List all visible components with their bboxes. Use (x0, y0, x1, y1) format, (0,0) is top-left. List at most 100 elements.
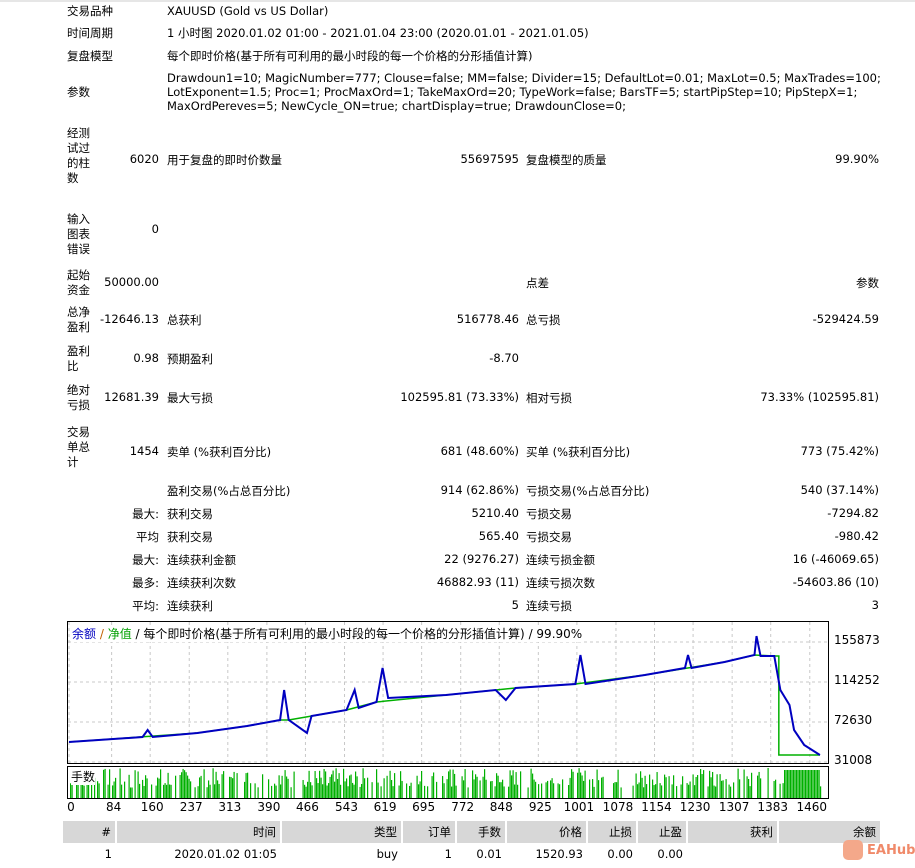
eahub-logo-icon (843, 840, 863, 860)
lots-bar (332, 770, 334, 798)
lots-bar (340, 784, 342, 798)
column-header[interactable]: 止盈 (637, 821, 688, 843)
lots-bar (436, 781, 438, 798)
lots-bar (367, 777, 369, 798)
lots-bar (494, 786, 496, 798)
lots-bar (653, 785, 655, 798)
lots-bar (284, 770, 286, 798)
lots-bar (409, 785, 411, 798)
lots-bar (194, 787, 196, 798)
column-header[interactable]: # (63, 821, 117, 843)
lots-bar (797, 770, 799, 798)
lots-bar (814, 770, 816, 798)
lots-bar (163, 784, 165, 798)
lots-bar (643, 787, 645, 798)
lots-chart: 手数 (67, 766, 829, 799)
lots-bar (815, 770, 817, 798)
lots-bar (617, 769, 619, 798)
lots-bar (157, 777, 159, 798)
lots-bar (799, 770, 801, 798)
lots-bar (418, 784, 420, 798)
lots-bar (559, 784, 561, 798)
lots-bar (728, 784, 730, 798)
lots-bar (638, 782, 640, 798)
lots-bar (344, 781, 346, 798)
lots-bar (782, 783, 784, 798)
stat-label: 连续亏损次数 (526, 576, 595, 590)
column-header[interactable]: 价格 (506, 821, 588, 843)
lots-bar (758, 771, 760, 798)
stat-label: 经测试过的柱数 (67, 126, 90, 185)
stat-value: 516778.46 (456, 312, 519, 326)
legend-equity: 净值 (107, 627, 132, 641)
lots-bar (290, 787, 292, 798)
lots-bar (817, 770, 819, 798)
lots-bar (748, 778, 750, 798)
lots-bar (319, 770, 321, 798)
lots-bar (730, 786, 732, 798)
lots-bar (91, 783, 93, 798)
stat-value: 参数 (856, 276, 879, 290)
lots-bar (593, 786, 595, 798)
lots-bar (188, 778, 190, 798)
stat-label: 用于复盘的即时价数量 (167, 153, 282, 167)
lots-bar (139, 783, 141, 798)
table-cell: 2020.01.02 01:05 (174, 847, 277, 861)
column-header[interactable]: 获利 (687, 821, 779, 843)
params-label: 参数 (67, 85, 90, 99)
lots-bar (760, 778, 762, 798)
stat-value: 914 (62.86%) (440, 483, 519, 497)
lots-bar (406, 783, 408, 798)
lots-bar (325, 771, 327, 798)
x-axis-label: 84 (105, 800, 122, 814)
lots-bar (175, 775, 177, 798)
stat-label: 亏损交易(%占总百分比) (526, 484, 650, 498)
column-header[interactable]: 止损 (587, 821, 638, 843)
lots-bar (454, 773, 456, 798)
x-axis-label: 1460 (796, 800, 828, 814)
y-axis-label: 114252 (834, 672, 880, 687)
stat-value: 平均: (132, 599, 159, 613)
lots-bar (790, 770, 792, 798)
column-header[interactable]: 手数 (456, 821, 507, 843)
table-cell: 1 (104, 847, 112, 861)
lots-bar (245, 773, 247, 798)
lots-bar (410, 782, 412, 798)
lots-bar (461, 776, 463, 798)
lots-bar (803, 770, 805, 798)
y-axis-label: 72630 (834, 712, 873, 727)
lots-bar (472, 770, 474, 798)
lots-bar (649, 774, 651, 798)
lots-bar (680, 784, 682, 798)
lots-bar (773, 781, 775, 798)
stat-label: 总净盈利 (67, 305, 90, 334)
lots-bar (151, 784, 153, 798)
stat-value: 565.40 (478, 529, 519, 543)
lots-bar (185, 772, 187, 798)
lots-bar (347, 786, 349, 798)
lots-bar (317, 783, 319, 798)
lots-bar (701, 774, 703, 798)
lots-bar (689, 781, 691, 798)
stat-value: 5 (511, 598, 519, 612)
lots-bar (257, 787, 259, 798)
x-axis-label: 1307 (718, 800, 750, 814)
lots-bar (169, 784, 171, 798)
column-header[interactable]: 订单 (402, 821, 457, 843)
lots-bar (547, 780, 549, 798)
lots-bar (386, 775, 388, 798)
table-cell: buy (376, 847, 398, 861)
lots-bar (733, 782, 735, 798)
table-row[interactable]: 1 2020.01.02 01:05 buy 1 0.01 1520.93 0.00 0.00 (63, 843, 881, 865)
lots-bar (812, 770, 814, 798)
lots-bar (533, 779, 535, 798)
x-axis-label: 772 (451, 800, 475, 814)
stat-value: -12646.13 (99, 312, 159, 326)
column-header[interactable]: 类型 (281, 821, 403, 843)
lots-bar (200, 775, 202, 798)
lots-bar (508, 786, 510, 798)
lots-bar (334, 781, 336, 798)
lots-bar (230, 777, 232, 798)
column-header[interactable]: 时间 (116, 821, 282, 843)
lots-bar (146, 778, 148, 798)
